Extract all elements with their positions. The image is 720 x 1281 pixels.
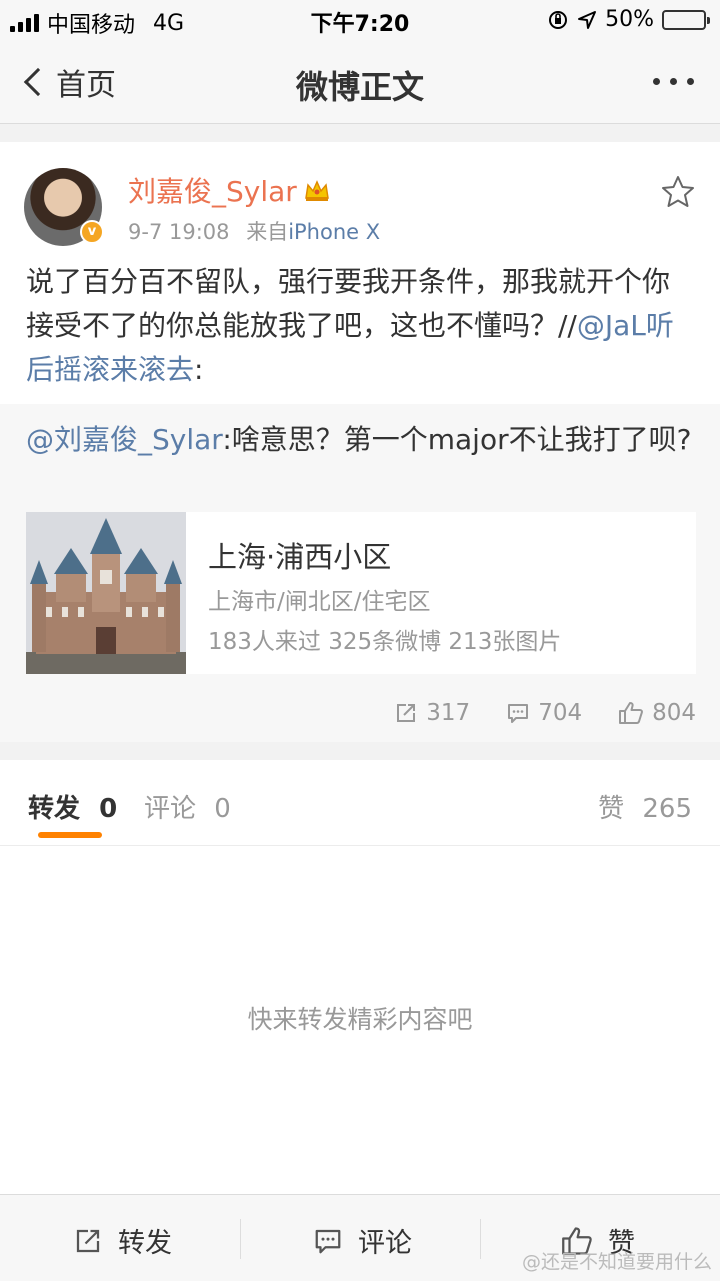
comment-icon <box>508 704 529 723</box>
post-actions: 317 704 804 <box>394 700 696 726</box>
status-bar: 中国移动 4G 下午7:20 50% <box>0 0 720 40</box>
tab-forwards[interactable]: 转发 0 <box>28 788 117 825</box>
repost-text-content: :啥意思？第一个major不让我打了呗? <box>222 423 692 456</box>
source-prefix: 来自 <box>246 220 289 244</box>
comment-button[interactable]: 评论 <box>312 1221 412 1260</box>
location-card[interactable]: 上海·浦西小区 上海市/闸北区/住宅区 183人来过 325条微博 213张图片 <box>26 512 696 674</box>
post-text-content: 说了百分百不留队，强行要我开条件，那我就开个你接受不了的你总能放我了吧，这也不懂… <box>26 265 671 342</box>
comment-count: 704 <box>538 700 583 726</box>
interaction-tabs: 转发 0 评论 0 赞 265 <box>0 760 720 846</box>
thumbs-up-icon <box>619 702 644 724</box>
forward-button-label: 转发 <box>118 1228 172 1259</box>
share-icon <box>76 1229 100 1252</box>
more-options-icon[interactable] <box>653 78 694 85</box>
tab-comments-label: 评论 <box>144 794 197 824</box>
crown-icon <box>304 180 329 201</box>
watermark: @还是不知道要用什么 <box>521 1251 712 1273</box>
empty-state-text: 快来转发精彩内容吧 <box>247 1005 473 1034</box>
bottom-action-bar: 转发 评论 赞 @还是不知道要用什么 <box>0 1194 720 1281</box>
author-name-text: 刘嘉俊_Sylar <box>128 175 297 208</box>
tab-comments-count: 0 <box>214 794 231 824</box>
reposted-content[interactable]: @刘嘉俊_Sylar:啥意思？第一个major不让我打了呗? 上海·浦西小区 上… <box>0 404 720 742</box>
location-thumbnail <box>26 512 186 674</box>
tab-likes-label: 赞 <box>598 794 625 824</box>
tab-forwards-count: 0 <box>99 794 118 824</box>
location-arrow-icon <box>578 10 597 29</box>
post-meta: 9-7 19:08 来自iPhone X <box>128 216 380 246</box>
post-source[interactable]: iPhone X <box>288 220 380 244</box>
repost-text: @刘嘉俊_Sylar:啥意思？第一个major不让我打了呗? <box>26 418 698 462</box>
active-tab-indicator <box>38 832 102 838</box>
post-text: 说了百分百不留队，强行要我开条件，那我就开个你接受不了的你总能放我了吧，这也不懂… <box>26 260 696 392</box>
location-name: 上海·浦西小区 <box>208 540 392 574</box>
post-time: 9-7 19:08 <box>128 220 230 244</box>
share-icon <box>397 704 416 722</box>
verified-badge-icon: v <box>80 220 104 244</box>
comment-action[interactable]: 704 <box>506 700 582 726</box>
forwards-list: 快来转发精彩内容吧 <box>0 846 720 1194</box>
tab-likes-count: 265 <box>642 794 692 824</box>
divider <box>240 1219 241 1259</box>
forward-action[interactable]: 317 <box>394 700 470 726</box>
nav-bar: 首页 微博正文 <box>0 40 720 124</box>
comment-icon <box>315 1229 341 1253</box>
location-stats: 183人来过 325条微博 213张图片 <box>208 629 562 655</box>
mention-suffix: : <box>194 353 204 386</box>
status-right: 50% <box>547 7 710 32</box>
tab-forwards-label: 转发 <box>28 794 81 824</box>
comment-button-label: 评论 <box>358 1228 412 1259</box>
battery-icon <box>662 9 710 30</box>
divider <box>480 1219 481 1259</box>
forward-button[interactable]: 转发 <box>72 1221 172 1260</box>
battery-percent: 50% <box>605 7 654 32</box>
tab-comments[interactable]: 评论 0 <box>144 788 231 825</box>
location-address: 上海市/闸北区/住宅区 <box>208 589 431 615</box>
post-card: v 刘嘉俊_Sylar 9-7 19:08 来自iPhone X 说了百分百不留… <box>0 142 720 742</box>
orientation-lock-icon <box>549 10 568 29</box>
forward-count: 317 <box>426 700 471 726</box>
repost-author-link[interactable]: @刘嘉俊_Sylar <box>26 423 222 456</box>
tab-likes[interactable]: 赞 265 <box>598 788 692 825</box>
page-title: 微博正文 <box>295 68 424 106</box>
favorite-star-icon[interactable] <box>660 174 696 210</box>
like-count: 804 <box>652 700 696 726</box>
like-action[interactable]: 804 <box>618 700 696 726</box>
author-name[interactable]: 刘嘉俊_Sylar <box>128 170 331 210</box>
